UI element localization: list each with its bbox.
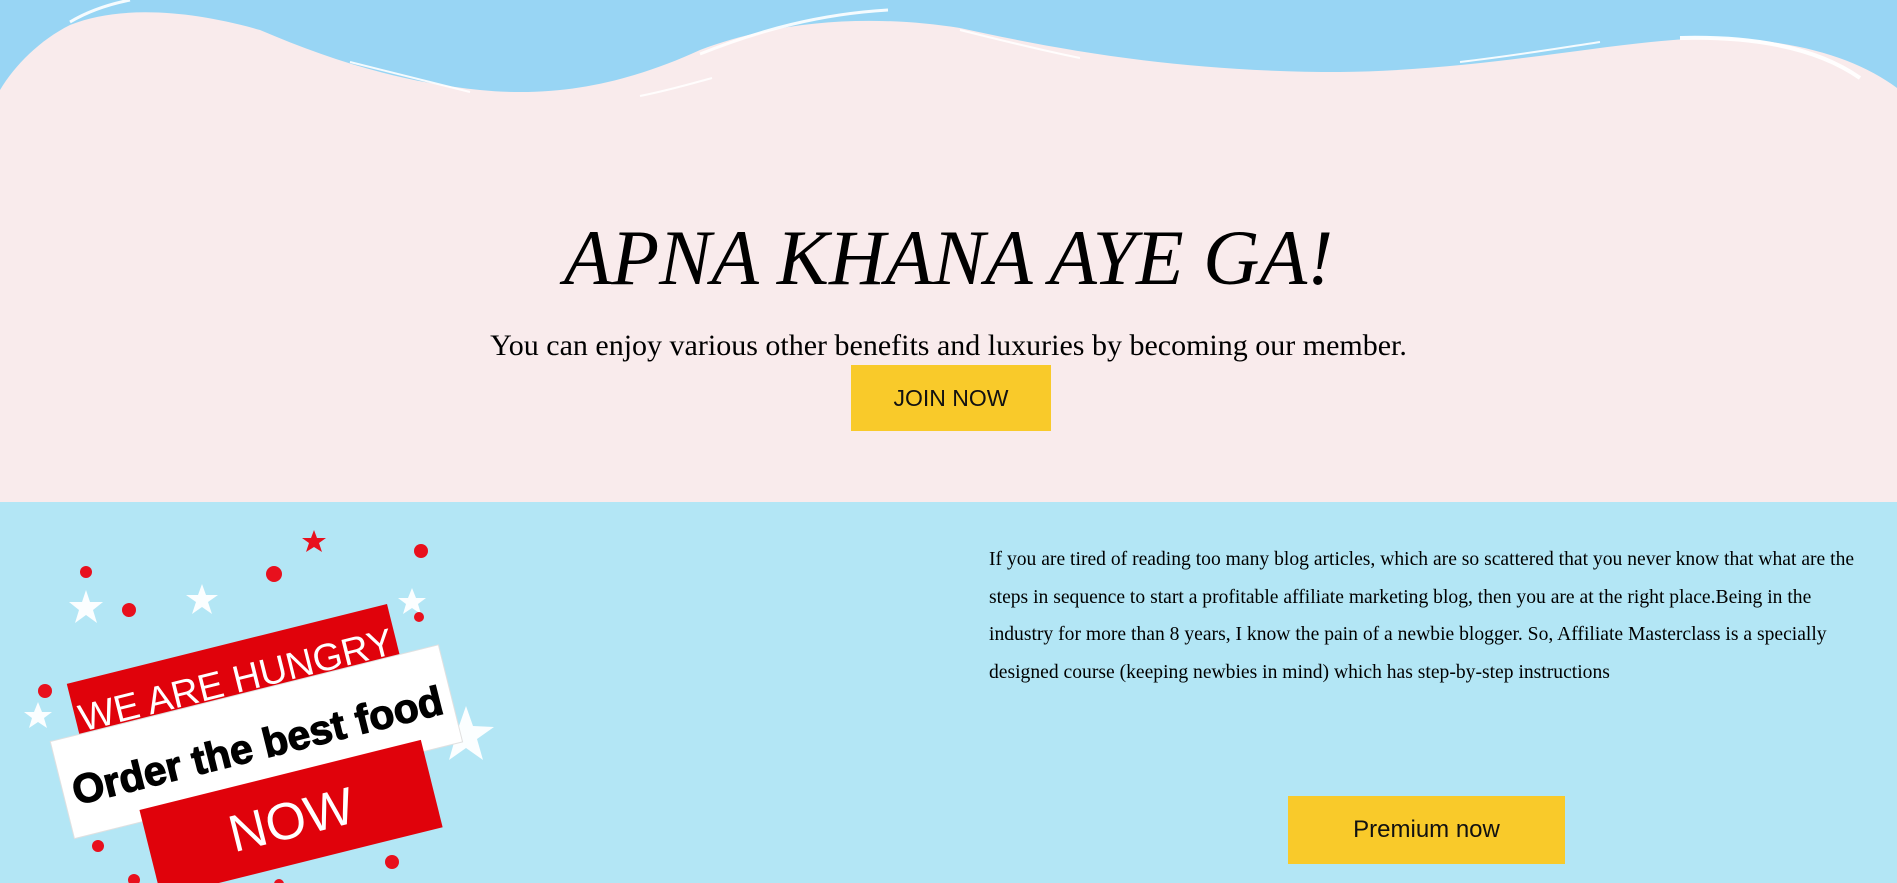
star-icon xyxy=(398,588,426,614)
confetti-dot xyxy=(38,684,52,698)
confetti-dot xyxy=(92,840,104,852)
order-food-graphic: WE ARE HUNGRY Order the best food NOW xyxy=(24,530,494,883)
join-now-button[interactable]: JOIN NOW xyxy=(851,365,1051,431)
hero-section: APNA KHANA AYE GA! You can enjoy various… xyxy=(0,0,1897,502)
confetti-dot xyxy=(266,566,282,582)
confetti-dot xyxy=(80,566,92,578)
promo-section: WE ARE HUNGRY Order the best food NOW If… xyxy=(0,502,1897,883)
promo-description: If you are tired of reading too many blo… xyxy=(989,549,1855,683)
red-star-icon xyxy=(302,530,326,552)
confetti-dot xyxy=(414,544,428,558)
confetti-dot xyxy=(128,874,140,883)
confetti-dot xyxy=(274,879,284,883)
star-icon xyxy=(69,590,103,623)
hero-subtitle: You can enjoy various other benefits and… xyxy=(490,329,1407,362)
hero-title: APNA KHANA AYE GA! xyxy=(563,214,1334,301)
star-icon xyxy=(24,702,52,728)
confetti-dot xyxy=(122,603,136,617)
confetti-dot xyxy=(385,855,399,869)
premium-now-button[interactable]: Premium now xyxy=(1288,796,1565,864)
confetti-dot xyxy=(414,612,424,622)
star-icon xyxy=(186,584,218,614)
